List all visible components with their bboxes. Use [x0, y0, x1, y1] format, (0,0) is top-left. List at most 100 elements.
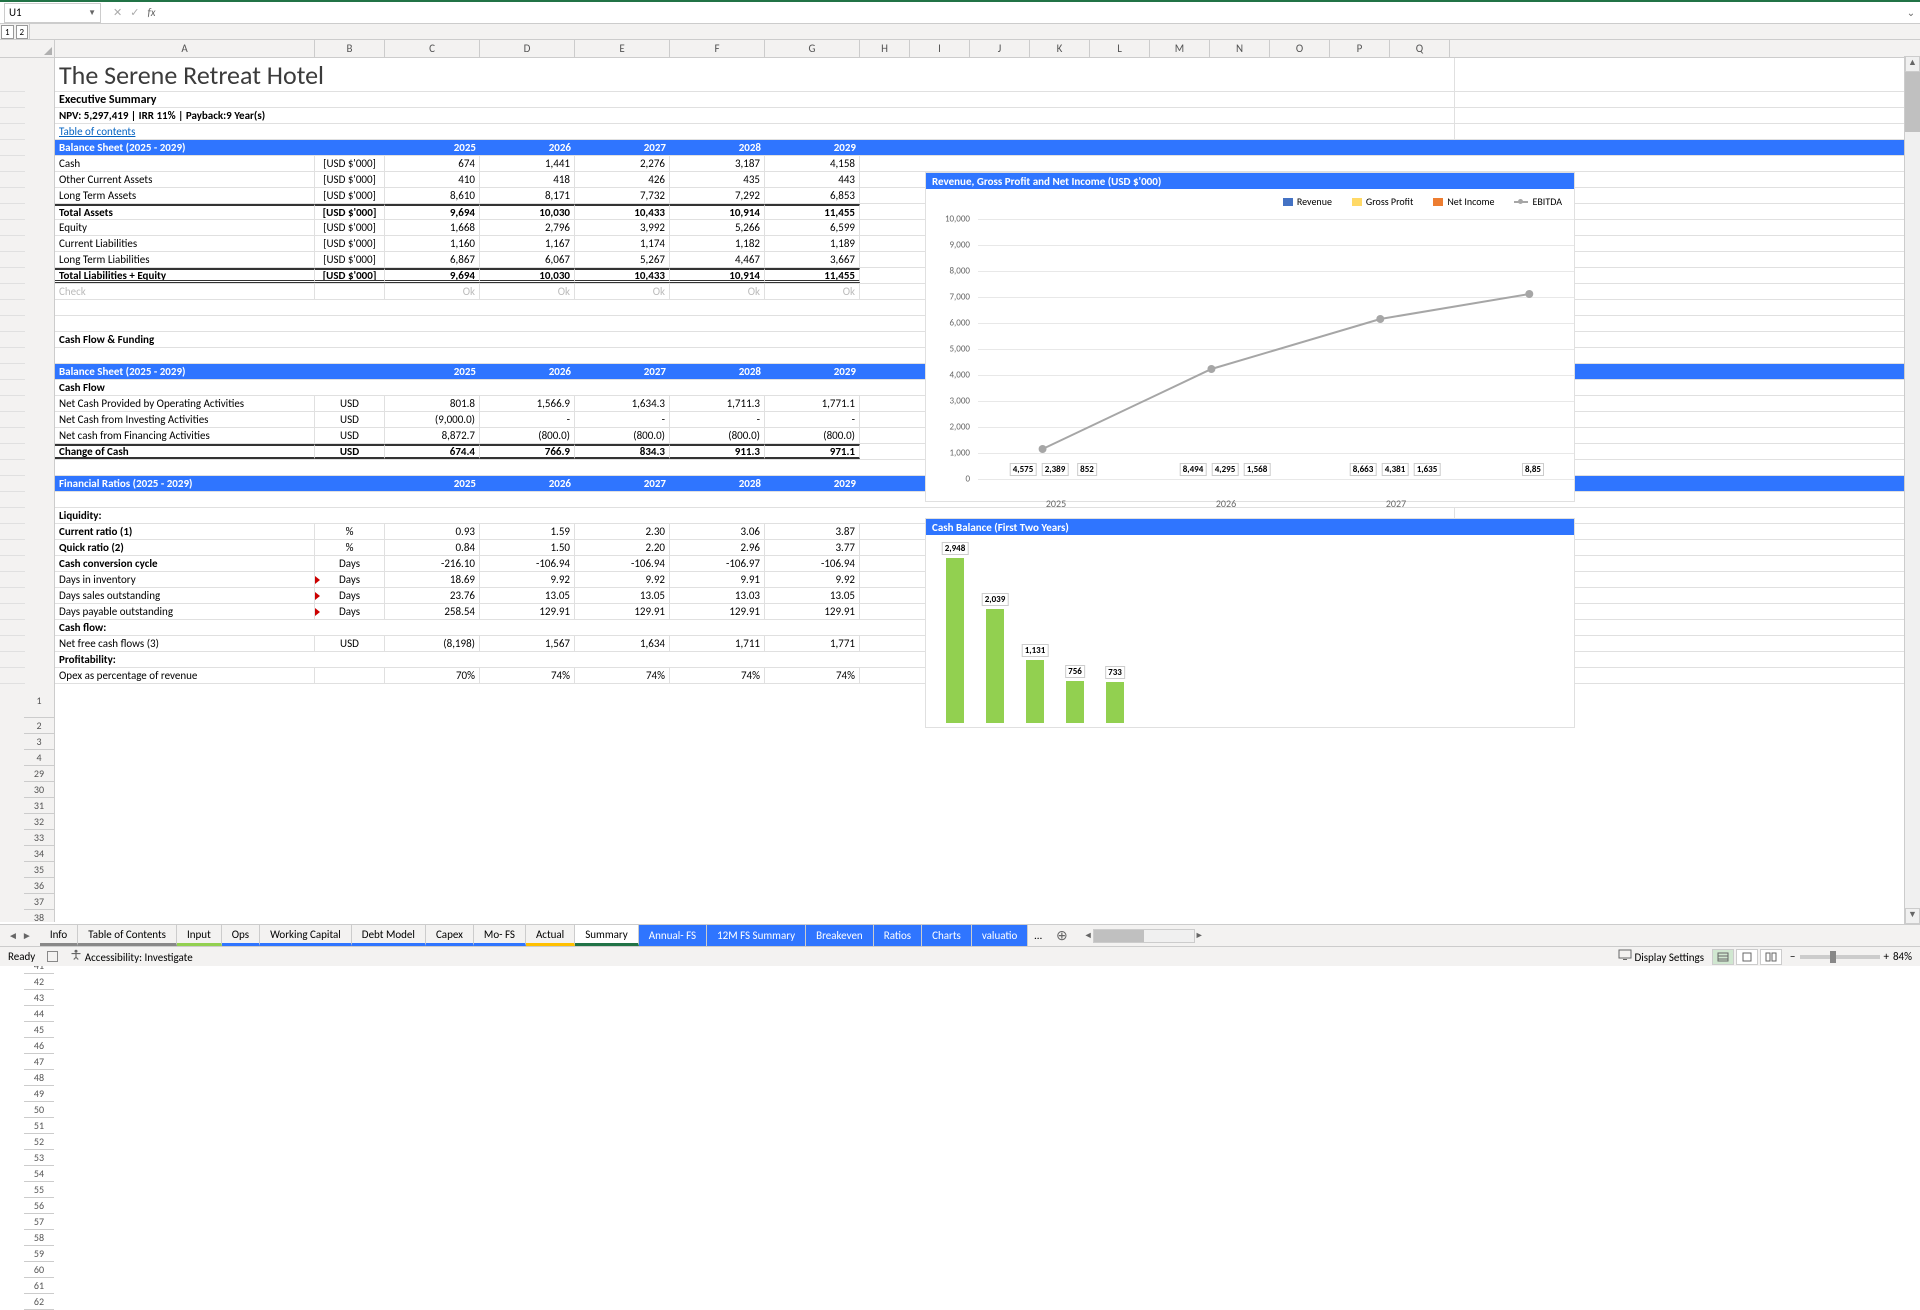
- cell[interactable]: Balance Sheet (2025 - 2029): [55, 140, 385, 155]
- col-header-P[interactable]: P: [1330, 40, 1390, 57]
- tab-actual[interactable]: Actual: [526, 925, 575, 946]
- cell[interactable]: Net cash from Financing Activities: [55, 428, 315, 443]
- col-header-O[interactable]: O: [1270, 40, 1330, 57]
- cell[interactable]: 129.91: [480, 604, 575, 619]
- row-header-37[interactable]: 37: [24, 894, 54, 910]
- cell[interactable]: Total Liabilities + Equity: [55, 268, 315, 283]
- col-header-E[interactable]: E: [575, 40, 670, 57]
- col-header-G[interactable]: G: [765, 40, 860, 57]
- tab-ratios[interactable]: Ratios: [874, 925, 922, 946]
- cell[interactable]: 9.92: [575, 572, 670, 587]
- cell[interactable]: 4,158: [765, 156, 860, 171]
- cell[interactable]: Days: [315, 556, 385, 571]
- row-header-49[interactable]: 49: [24, 1086, 54, 1102]
- fx-icon[interactable]: fx: [147, 6, 155, 19]
- cell[interactable]: 6,867: [385, 252, 480, 267]
- cell[interactable]: 3.06: [670, 524, 765, 539]
- col-header-D[interactable]: D: [480, 40, 575, 57]
- cell[interactable]: 435: [670, 172, 765, 187]
- cell[interactable]: Current ratio (1): [55, 524, 315, 539]
- cell[interactable]: 10,433: [575, 268, 670, 283]
- cell[interactable]: (800.0): [575, 428, 670, 443]
- row-header-44[interactable]: 44: [24, 1006, 54, 1022]
- col-header-Q[interactable]: Q: [1390, 40, 1450, 57]
- cell[interactable]: -: [575, 412, 670, 427]
- cell[interactable]: Net Cash Provided by Operating Activitie…: [55, 396, 315, 411]
- cell[interactable]: 410: [385, 172, 480, 187]
- tab-summary[interactable]: Summary: [575, 925, 639, 946]
- cell[interactable]: Days sales outstanding: [55, 588, 315, 603]
- cell[interactable]: 13.03: [670, 588, 765, 603]
- spreadsheet-grid[interactable]: The Serene Retreat HotelExecutive Summar…: [55, 58, 1920, 922]
- cell[interactable]: Cash conversion cycle: [55, 556, 315, 571]
- cell[interactable]: 74%: [670, 668, 765, 683]
- select-all-corner[interactable]: [0, 40, 55, 57]
- cell[interactable]: 801.8: [385, 396, 480, 411]
- cell[interactable]: 6,599: [765, 220, 860, 235]
- vertical-scrollbar[interactable]: ▲ ▼: [1904, 56, 1920, 924]
- cell[interactable]: 9.92: [765, 572, 860, 587]
- col-header-I[interactable]: I: [910, 40, 970, 57]
- cell[interactable]: 1,771: [765, 636, 860, 651]
- cell[interactable]: 2028: [670, 140, 765, 155]
- tabs-overflow-icon[interactable]: …: [1028, 929, 1048, 942]
- cell[interactable]: Cash: [55, 156, 315, 171]
- cell[interactable]: 1.59: [480, 524, 575, 539]
- row-header-55[interactable]: 55: [24, 1182, 54, 1198]
- cell[interactable]: 13.05: [765, 588, 860, 603]
- col-header-M[interactable]: M: [1150, 40, 1210, 57]
- cell[interactable]: 9.92: [480, 572, 575, 587]
- accept-icon[interactable]: ✓: [130, 6, 139, 19]
- cell[interactable]: Other Current Assets: [55, 172, 315, 187]
- cell[interactable]: -: [765, 412, 860, 427]
- cell[interactable]: Check: [55, 284, 315, 299]
- tab-input[interactable]: Input: [177, 925, 222, 946]
- cell[interactable]: 8,610: [385, 188, 480, 203]
- expand-formula-icon[interactable]: ⌄: [1902, 6, 1920, 19]
- cell[interactable]: [USD $'000]: [315, 268, 385, 283]
- cell[interactable]: 2029: [765, 140, 860, 155]
- cell[interactable]: 1,189: [765, 236, 860, 251]
- zoom-in-icon[interactable]: +: [1884, 950, 1889, 963]
- cell[interactable]: Quick ratio (2): [55, 540, 315, 555]
- cell[interactable]: 1,160: [385, 236, 480, 251]
- row-header-61[interactable]: 61: [24, 1278, 54, 1294]
- cell[interactable]: 258.54: [385, 604, 480, 619]
- cell[interactable]: Opex as percentage of revenue: [55, 668, 315, 683]
- cell[interactable]: 0.84: [385, 540, 480, 555]
- row-header-62[interactable]: 62: [24, 1294, 54, 1310]
- cell[interactable]: The Serene Retreat Hotel: [55, 58, 1455, 91]
- cell[interactable]: Current Liabilities: [55, 236, 315, 251]
- cell[interactable]: 23.76: [385, 588, 480, 603]
- tab-12m-fs-summary[interactable]: 12M FS Summary: [707, 925, 806, 946]
- row-header-43[interactable]: 43: [24, 990, 54, 1006]
- cell[interactable]: Days: [315, 572, 385, 587]
- row-header-53[interactable]: 53: [24, 1150, 54, 1166]
- cell[interactable]: (800.0): [765, 428, 860, 443]
- cell[interactable]: Executive Summary: [55, 92, 1455, 107]
- row-header-58[interactable]: 58: [24, 1230, 54, 1246]
- cell[interactable]: 911.3: [670, 444, 765, 459]
- cell[interactable]: Financial Ratios (2025 - 2029): [55, 476, 385, 491]
- cell[interactable]: 10,030: [480, 268, 575, 283]
- row-header-57[interactable]: 57: [24, 1214, 54, 1230]
- cell[interactable]: 10,433: [575, 204, 670, 219]
- view-page-break-icon[interactable]: [1760, 949, 1782, 965]
- tab-charts[interactable]: Charts: [922, 925, 972, 946]
- cell[interactable]: Ok: [575, 284, 670, 299]
- cell[interactable]: 2027: [575, 140, 670, 155]
- cell[interactable]: 9.91: [670, 572, 765, 587]
- row-header-36[interactable]: 36: [24, 878, 54, 894]
- row-header-47[interactable]: 47: [24, 1054, 54, 1070]
- cell[interactable]: 74%: [765, 668, 860, 683]
- col-header-F[interactable]: F: [670, 40, 765, 57]
- col-header-K[interactable]: K: [1030, 40, 1090, 57]
- cell[interactable]: 2,796: [480, 220, 575, 235]
- cell[interactable]: 2.96: [670, 540, 765, 555]
- cell[interactable]: %: [315, 524, 385, 539]
- row-header-34[interactable]: 34: [24, 846, 54, 862]
- cell[interactable]: 1,567: [480, 636, 575, 651]
- tab-ops[interactable]: Ops: [222, 925, 260, 946]
- cell[interactable]: Days: [315, 604, 385, 619]
- cell[interactable]: 13.05: [575, 588, 670, 603]
